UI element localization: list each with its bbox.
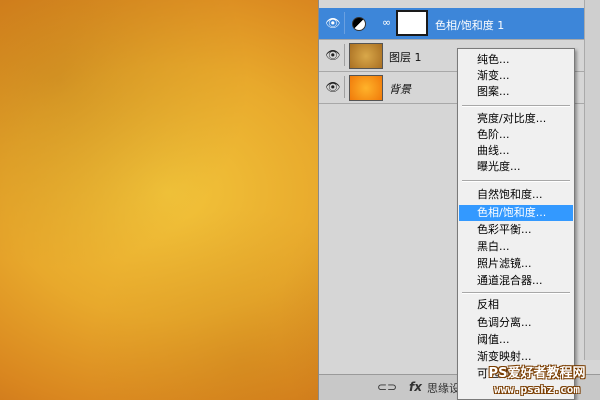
layer-row-hue-saturation[interactable]: 👁 ∞ 色相/饱和度 1 [319,8,600,40]
layer-thumbnail [349,43,383,69]
menu-item-photo-filter[interactable]: 照片滤镜... [459,256,573,272]
chain-link-icon[interactable]: ∞ [382,16,391,29]
menu-item-levels[interactable]: 色阶... [459,127,573,143]
menu-item-threshold[interactable]: 阈值... [459,332,573,348]
adjustment-layer-menu: 纯色... 渐变... 图案... 亮度/对比度... 色阶... 曲线... … [457,48,575,400]
layer-name: 色相/饱和度 1 [435,19,505,32]
layer-name: 图层 1 [389,51,422,64]
menu-item-gradient-map[interactable]: 渐变映射... [459,349,573,365]
menu-item-brightness-contrast[interactable]: 亮度/对比度... [459,111,573,127]
menu-item-invert[interactable]: 反相 [459,297,573,313]
layer-mask-thumbnail[interactable] [396,10,428,36]
menu-item-channel-mixer[interactable]: 通道混合器... [459,273,573,289]
menu-item-pattern[interactable]: 图案... [459,84,573,100]
menu-item-black-white[interactable]: 黑白... [459,239,573,255]
adjustment-layer-icon [352,17,366,31]
scrollbar[interactable] [584,0,600,360]
eye-icon[interactable]: 👁 [322,12,345,34]
menu-item-color-balance[interactable]: 色彩平衡... [459,222,573,238]
menu-item-curves[interactable]: 曲线... [459,143,573,159]
eye-icon[interactable]: 👁 [322,44,345,66]
watermark-url: www.psahz.com [493,383,581,396]
eye-icon[interactable]: 👁 [322,76,345,98]
menu-item-posterize[interactable]: 色调分离... [459,315,573,331]
watermark-title: PS爱好者教程网 [488,366,586,381]
fx-icon[interactable]: fx [409,380,422,394]
menu-item-solid-color[interactable]: 纯色... [459,52,573,68]
menu-separator [462,180,570,182]
watermark: PS爱好者教程网 www.psahz.com [474,366,600,398]
menu-separator [462,105,570,107]
menu-separator [462,292,570,294]
menu-item-hue-saturation[interactable]: 色相/饱和度... [459,205,573,221]
menu-item-vibrance[interactable]: 自然饱和度... [459,187,573,203]
menu-item-exposure[interactable]: 曝光度... [459,159,573,175]
layer-name: 背景 [389,83,411,96]
link-icon[interactable]: ⊂⊃ [377,380,397,394]
menu-item-gradient[interactable]: 渐变... [459,68,573,84]
layer-thumbnail [349,75,383,101]
